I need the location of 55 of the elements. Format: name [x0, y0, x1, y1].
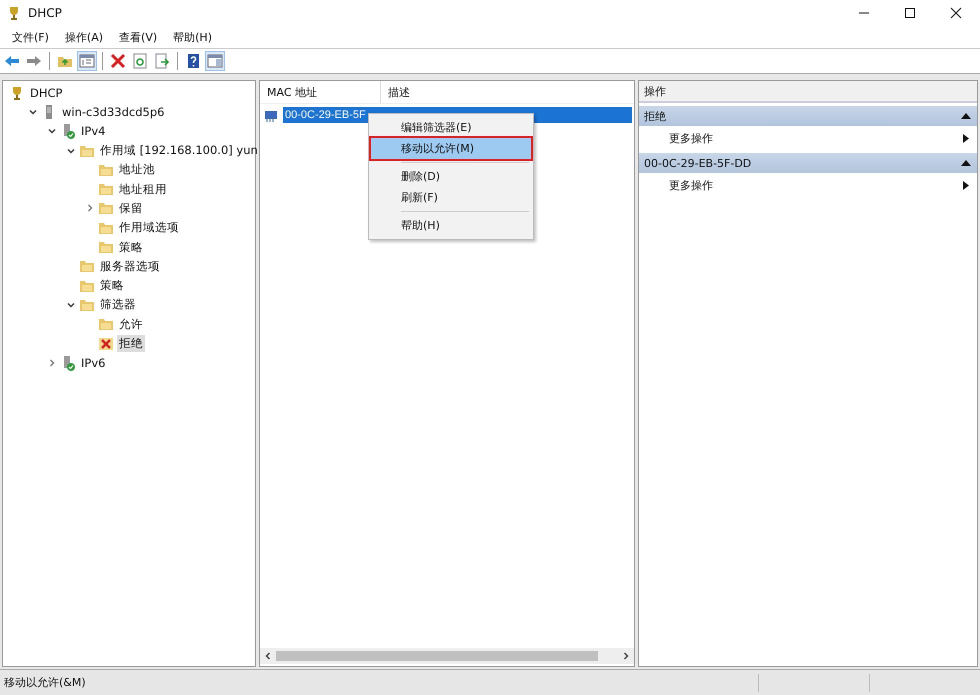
- tree-item[interactable]: 允许: [117, 316, 145, 333]
- horizontal-scrollbar[interactable]: [260, 648, 634, 664]
- menu-item[interactable]: 删除(D): [371, 166, 531, 187]
- column-header[interactable]: 描述: [381, 81, 417, 103]
- pane-icon[interactable]: [205, 51, 225, 71]
- tree-item[interactable]: DHCP: [28, 84, 64, 101]
- expand-icon[interactable]: [85, 203, 95, 214]
- section-header[interactable]: 拒绝: [639, 106, 977, 126]
- status-text: 移动以允许(&M): [3, 675, 87, 690]
- collapse-icon[interactable]: [961, 159, 971, 167]
- folder-icon: [98, 181, 114, 198]
- section-title: 00-0C-29-EB-5F-DD: [644, 156, 752, 170]
- submenu-arrow-icon: [963, 180, 969, 190]
- menu-item[interactable]: 移动以允许(M): [371, 138, 531, 159]
- scroll-right-icon[interactable]: [622, 652, 630, 660]
- action-link[interactable]: 更多操作: [669, 178, 713, 192]
- window-title: DHCP: [28, 6, 62, 20]
- tree-item[interactable]: 作用域选项: [117, 219, 181, 236]
- scroll-left-icon[interactable]: [264, 652, 272, 660]
- tree-item[interactable]: 服务器选项: [98, 258, 162, 275]
- tree-item[interactable]: 拒绝: [117, 335, 145, 352]
- x-mark-icon: [98, 336, 114, 352]
- tree-item[interactable]: win-c3d33dcd5p6: [60, 104, 166, 120]
- tree-item[interactable]: 保留: [117, 200, 145, 217]
- section-title: 拒绝: [644, 108, 666, 124]
- menu-item[interactable]: 刷新(F): [371, 187, 531, 208]
- menu-item[interactable]: 文件(F): [4, 28, 57, 46]
- expand-icon[interactable]: [47, 358, 57, 368]
- folder-icon: [79, 258, 95, 274]
- action-link[interactable]: 更多操作: [669, 130, 713, 146]
- delete-icon[interactable]: [108, 51, 128, 71]
- submenu-arrow-icon: [963, 134, 969, 142]
- folder-icon: [98, 239, 114, 256]
- tree-item[interactable]: 策略: [117, 238, 145, 256]
- folder-icon: [98, 200, 114, 216]
- folder-icon: [98, 316, 114, 332]
- tree-item[interactable]: 地址租用: [117, 180, 169, 198]
- collapse-icon[interactable]: [961, 112, 971, 120]
- tree-item[interactable]: 策略: [98, 277, 126, 294]
- menu-item[interactable]: 操作(A): [56, 28, 112, 46]
- menu-item[interactable]: 帮助(H): [165, 28, 220, 46]
- actions-header: 操作: [639, 81, 977, 103]
- tree-item[interactable]: IPv4: [79, 123, 108, 140]
- menu-item[interactable]: 帮助(H): [371, 215, 531, 236]
- tree-icon[interactable]: [77, 51, 97, 71]
- menu-item[interactable]: 查看(V): [111, 28, 166, 46]
- menu-item[interactable]: 编辑筛选器(E): [371, 117, 531, 138]
- tree-item[interactable]: 地址池: [117, 161, 157, 178]
- tree-item[interactable]: 筛选器: [98, 296, 138, 314]
- column-header[interactable]: MAC 地址: [260, 81, 381, 103]
- maximize-icon[interactable]: [904, 7, 916, 19]
- tree-item[interactable]: IPv6: [79, 354, 108, 371]
- section-header[interactable]: 00-0C-29-EB-5F-DD: [639, 153, 977, 173]
- close-icon[interactable]: [950, 7, 962, 19]
- tree-item[interactable]: 作用域 [192.168.100.0] yun: [98, 142, 260, 160]
